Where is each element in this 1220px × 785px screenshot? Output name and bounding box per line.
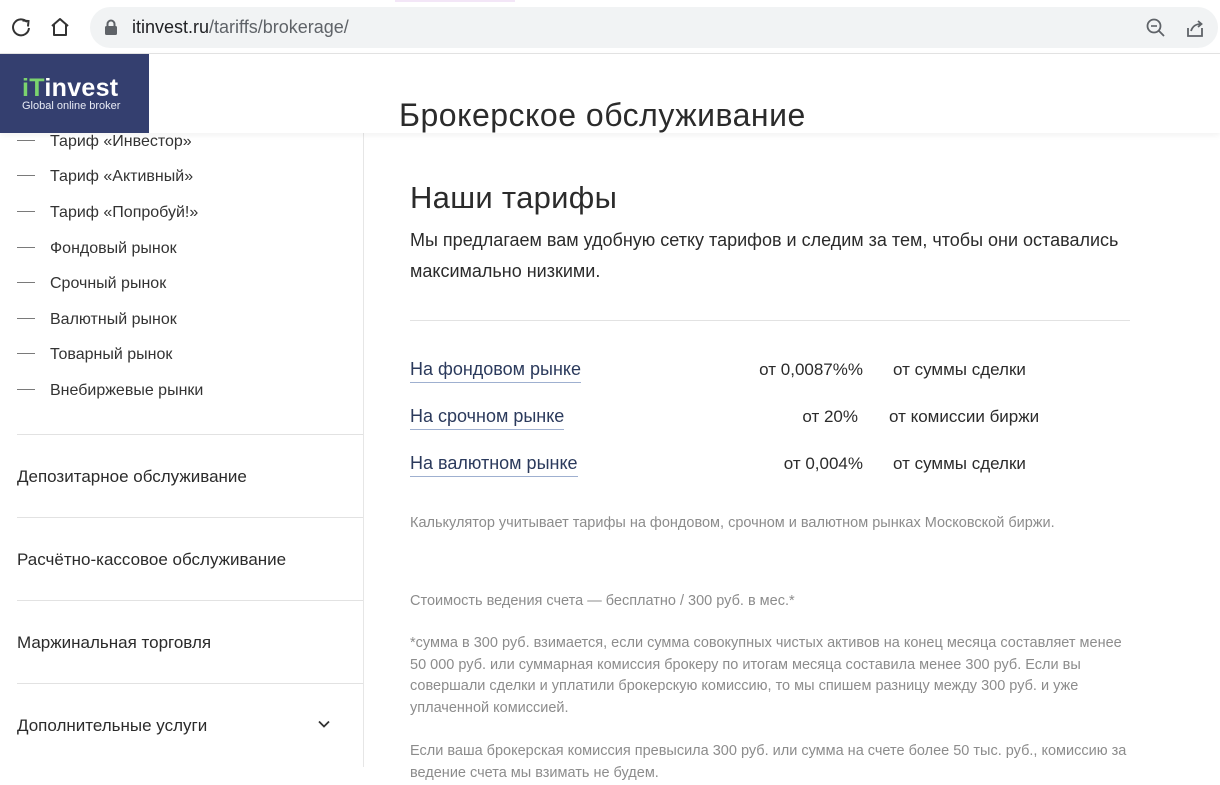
dash-marker xyxy=(17,175,35,177)
sidebar-section-additional-services[interactable]: Дополнительные услуги xyxy=(17,716,207,736)
logo-wordmark: iTinvest xyxy=(22,74,118,103)
logo-accent: iT xyxy=(22,74,45,102)
currency-market-rate-desc: от суммы сделки xyxy=(893,454,1026,473)
stock-market-link[interactable]: На фондовом рынке xyxy=(410,359,582,383)
dash-marker xyxy=(17,282,35,284)
sidebar-item-active[interactable]: Тариф «Активный» xyxy=(17,168,193,186)
account-fee-note: Стоимость ведения счета — бесплатно / 30… xyxy=(410,593,795,609)
section-title: Наши тарифы xyxy=(410,179,618,215)
url-path: /tariffs/brokerage/ xyxy=(209,17,349,37)
home-icon[interactable] xyxy=(47,14,73,40)
fee-waiver-note: Если ваша брокерская комиссия превысила … xyxy=(410,743,1127,781)
sidebar-item-label: Фондовый рынок xyxy=(50,240,177,257)
sidebar-item-derivatives-market[interactable]: Срочный рынок xyxy=(17,275,166,293)
sidebar-divider xyxy=(17,683,363,684)
sidebar-section-margin-trading[interactable]: Маржинальная торговля xyxy=(17,633,211,653)
content-divider xyxy=(410,320,1130,321)
sidebar-item-currency-market[interactable]: Валютный рынок xyxy=(17,311,177,329)
dash-marker xyxy=(17,140,35,142)
sidebar-item-label: Валютный рынок xyxy=(50,311,177,328)
logo-tagline: Global online broker xyxy=(22,100,121,112)
dash-marker xyxy=(17,389,35,391)
sidebar-item-try[interactable]: Тариф «Попробуй!» xyxy=(17,204,198,222)
sidebar-divider xyxy=(17,434,363,435)
sidebar-item-stock-market[interactable]: Фондовый рынок xyxy=(17,240,177,258)
sidebar-item-label: Товарный рынок xyxy=(50,346,173,363)
sidebar-item-otc-markets[interactable]: Внебиржевые рынки xyxy=(17,382,203,400)
sidebar-divider xyxy=(17,600,363,601)
derivatives-market-rate-desc: от комиссии биржи xyxy=(889,407,1040,426)
url-domain: itinvest.ru xyxy=(132,17,210,37)
reload-icon[interactable] xyxy=(8,14,34,40)
currency-market-rate: от 0,004% xyxy=(783,454,863,473)
url-text: itinvest.ru/tariffs/brokerage/ xyxy=(132,17,349,38)
dash-marker xyxy=(17,318,35,320)
zoom-icon[interactable] xyxy=(1145,17,1167,39)
derivatives-market-rate: от 20% xyxy=(802,407,858,426)
address-bar[interactable]: itinvest.ru/tariffs/brokerage/ xyxy=(90,7,1218,48)
dash-marker xyxy=(17,353,35,355)
page-title: Брокерское обслуживание xyxy=(399,97,806,134)
sidebar-item-label: Тариф «Активный» xyxy=(50,168,194,185)
sidebar-item-label: Тариф «Попробуй!» xyxy=(50,204,199,221)
intro-text: Мы предлагаем вам удобную сетку тарифов … xyxy=(410,230,1119,281)
sidebar-item-label: Срочный рынок xyxy=(50,275,167,292)
lock-icon[interactable] xyxy=(104,19,118,41)
site-header: iTinvest Global online broker Брокерское… xyxy=(0,54,1220,133)
logo-rest: invest xyxy=(44,74,119,102)
sidebar-item-commodity-market[interactable]: Товарный рынок xyxy=(17,346,172,364)
sidebar: Тариф «Инвестор» Тариф «Активный» Тариф … xyxy=(0,133,364,767)
currency-market-link[interactable]: На валютном рынке xyxy=(410,453,578,477)
calculator-note: Калькулятор учитывает тарифы на фондовом… xyxy=(410,515,1055,531)
derivatives-market-link[interactable]: На срочном рынке xyxy=(410,406,565,430)
stock-market-rate: от 0,0087%% xyxy=(759,360,863,379)
share-icon[interactable] xyxy=(1184,17,1206,39)
itinvest-logo[interactable]: iTinvest Global online broker xyxy=(0,54,149,133)
browser-toolbar: itinvest.ru/tariffs/brokerage/ xyxy=(0,0,1220,54)
fee-footnote: *сумма в 300 руб. взимается, если сумма … xyxy=(410,635,1122,717)
sidebar-section-cash-services[interactable]: Расчётно-кассовое обслуживание xyxy=(17,550,286,570)
sidebar-divider xyxy=(17,517,363,518)
chevron-down-icon[interactable] xyxy=(316,716,332,732)
sidebar-item-label: Внебиржевые рынки xyxy=(50,382,204,399)
stock-market-rate-desc: от суммы сделки xyxy=(893,360,1026,379)
dash-marker xyxy=(17,247,35,249)
sidebar-item-investor[interactable]: Тариф «Инвестор» xyxy=(17,133,192,151)
tab-strip-edge xyxy=(395,0,515,2)
sidebar-item-label: Тариф «Инвестор» xyxy=(50,133,192,150)
sidebar-section-depository[interactable]: Депозитарное обслуживание xyxy=(17,467,247,487)
dash-marker xyxy=(17,211,35,213)
